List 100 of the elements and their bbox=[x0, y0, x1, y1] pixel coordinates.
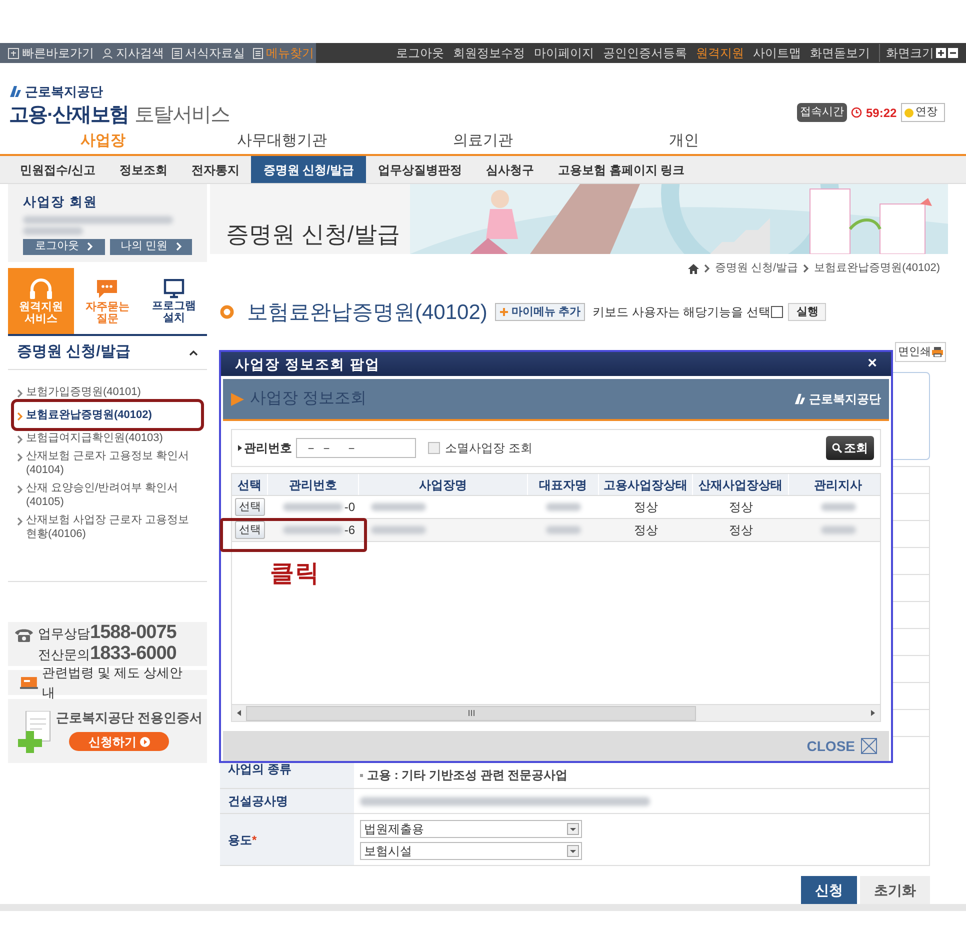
laptop-icon bbox=[20, 676, 38, 688]
sidebar-menu-item[interactable]: 보험급여지급확인원(40103) bbox=[14, 430, 201, 446]
select-field[interactable]: 법원제출용 bbox=[360, 820, 582, 838]
phone-number: 1588-0075 bbox=[90, 623, 176, 643]
sidebar-menu-item[interactable]: 산재 요양승인/반려여부 확인서(40105) bbox=[14, 480, 201, 510]
member-button[interactable]: 로그아웃 bbox=[23, 238, 105, 254]
chevron-icon bbox=[17, 517, 23, 526]
blurred-text bbox=[283, 503, 344, 511]
top-link[interactable]: 원격지원 bbox=[696, 44, 744, 62]
sub-nav-tab[interactable]: 심사청구 bbox=[474, 156, 546, 183]
column-header: 사업장명 bbox=[359, 474, 528, 495]
table-cell-text: 정상 bbox=[728, 499, 754, 516]
sub-nav-tab[interactable]: 고용보험 홈페이지 링크 bbox=[546, 156, 697, 183]
top-link[interactable]: 사이트맵 bbox=[753, 44, 801, 62]
sub-nav-tab[interactable]: 증명원 신청/발급 bbox=[251, 156, 366, 183]
print-button[interactable]: 면인쇄 bbox=[895, 342, 946, 362]
select-button[interactable]: 선택 bbox=[235, 498, 265, 516]
bullet-icon bbox=[238, 445, 242, 451]
extend-button[interactable]: 연장 bbox=[900, 103, 945, 122]
person-icon bbox=[102, 48, 113, 58]
play-icon bbox=[140, 736, 150, 746]
form-button[interactable]: 신청 bbox=[801, 876, 857, 904]
table-cell-text: 정상 bbox=[633, 499, 659, 516]
form-button[interactable]: 초기화 bbox=[860, 876, 930, 904]
table-cell-text: 정상 bbox=[633, 522, 659, 539]
close-icon bbox=[861, 738, 877, 754]
chat-bubble-icon bbox=[95, 278, 120, 300]
sub-nav-tab[interactable]: 정보조회 bbox=[107, 156, 180, 183]
contact-label: 업무상담 bbox=[38, 625, 90, 643]
table-cell-text: 정상 bbox=[728, 522, 754, 539]
sidebar-menu-item[interactable]: 보험가입증명원(40101) bbox=[14, 384, 201, 400]
headset-icon bbox=[28, 278, 54, 300]
certificate-title: 근로복지공단 전용인증서 bbox=[56, 709, 203, 727]
blurred-text bbox=[23, 226, 83, 234]
column-header: 선택 bbox=[232, 474, 268, 495]
sidebar-menu-item[interactable]: 산재보험 사업장 근로자 고용정보 현황(40106) bbox=[14, 512, 201, 542]
add-my-menu-button[interactable]: 마이메뉴 추가 bbox=[495, 303, 586, 322]
chevron-icon bbox=[176, 242, 182, 251]
checkbox-label: 소멸사업장 조회 bbox=[445, 440, 532, 457]
dropdown-icon bbox=[567, 822, 579, 834]
blurred-text bbox=[821, 503, 856, 511]
home-icon[interactable] bbox=[688, 264, 699, 274]
collapse-icon[interactable] bbox=[189, 350, 198, 356]
zoom-in-icon[interactable] bbox=[936, 48, 946, 58]
chevron-icon bbox=[17, 485, 23, 494]
menu-title: 증명원 신청/발급 bbox=[17, 342, 130, 362]
run-button[interactable]: 실행 bbox=[788, 303, 826, 322]
shortcut-icon bbox=[8, 48, 19, 58]
main-nav-tab[interactable]: 개인 bbox=[608, 128, 760, 154]
sub-nav-tab[interactable]: 전자통지 bbox=[179, 156, 252, 183]
sidebar-menu-item[interactable]: 산재보험 근로자 고용정보 확인서(40104) bbox=[14, 448, 201, 478]
annotation-label: 클릭 bbox=[270, 559, 320, 589]
member-button[interactable]: 나의 민원 bbox=[110, 238, 192, 254]
closed-business-checkbox[interactable] bbox=[428, 442, 440, 454]
close-button[interactable]: × bbox=[868, 356, 877, 372]
member-title: 사업장 회원 bbox=[23, 193, 99, 211]
keyboard-checkbox[interactable] bbox=[771, 306, 784, 318]
top-link[interactable]: 공인인증서등록 bbox=[603, 44, 687, 62]
popup-title: 사업장 정보조회 팝업 bbox=[235, 354, 380, 374]
service-title: 고용·산재보험 bbox=[9, 102, 129, 128]
top-link[interactable]: 로그아웃 bbox=[396, 44, 444, 62]
select-field[interactable]: 보험시설 bbox=[360, 842, 582, 860]
triangle-icon bbox=[231, 392, 244, 406]
top-link[interactable]: 회원정보수정 bbox=[453, 44, 525, 62]
telephone-icon bbox=[14, 628, 34, 642]
blurred-text bbox=[546, 526, 581, 534]
top-link[interactable]: 빠른바로가기 bbox=[8, 44, 94, 62]
keyboard-hint: 키보드 사용자는 해당기능을 선택 bbox=[592, 304, 770, 322]
service-subtitle: 토탈서비스 bbox=[134, 102, 230, 128]
blurred-text bbox=[371, 503, 426, 511]
top-link[interactable]: 마이페이지 bbox=[534, 44, 594, 62]
monitor-icon bbox=[162, 278, 185, 298]
blurred-text bbox=[283, 526, 344, 534]
quick-link[interactable]: 프로그램 설치 bbox=[140, 268, 207, 334]
column-header: 관리지사 bbox=[789, 474, 888, 495]
main-nav-tab[interactable]: 의료기관 bbox=[358, 128, 608, 154]
breadcrumb-link[interactable]: 증명원 신청/발급 bbox=[714, 260, 798, 277]
brand-name: 근로복지공단 bbox=[809, 391, 881, 408]
required-mark: * bbox=[252, 832, 257, 848]
top-link[interactable]: 화면돋보기 bbox=[810, 44, 870, 62]
horizontal-scrollbar[interactable] bbox=[232, 704, 880, 721]
main-nav-tab[interactable]: 사무대행기관 bbox=[206, 128, 358, 154]
sub-nav-tab[interactable]: 업무상질병판정 bbox=[366, 156, 474, 183]
blurred-text bbox=[371, 526, 426, 534]
top-link[interactable]: 지사검색 bbox=[102, 44, 164, 62]
sidebar-menu-item[interactable]: 보험료완납증명원(40102) bbox=[14, 402, 201, 428]
search-button[interactable]: 조회 bbox=[826, 436, 874, 460]
scrollbar-thumb[interactable] bbox=[246, 706, 696, 720]
chevron-icon bbox=[704, 264, 710, 274]
select-button[interactable]: 선택 bbox=[235, 521, 265, 539]
logo-icon bbox=[9, 85, 22, 98]
sub-nav-tab[interactable]: 민원접수/신고 bbox=[8, 156, 108, 183]
zoom-out-icon[interactable] bbox=[948, 48, 958, 58]
top-link[interactable]: 서식자료실 bbox=[172, 44, 245, 62]
management-number-field[interactable]: － － － bbox=[296, 438, 416, 458]
search-icon bbox=[832, 443, 842, 453]
table-cell-text: -0 bbox=[344, 499, 355, 516]
breadcrumb-link[interactable]: 보험료완납증명원(40102) bbox=[814, 260, 940, 277]
logo-icon bbox=[794, 393, 806, 405]
session-label: 접속시간 bbox=[797, 103, 847, 122]
